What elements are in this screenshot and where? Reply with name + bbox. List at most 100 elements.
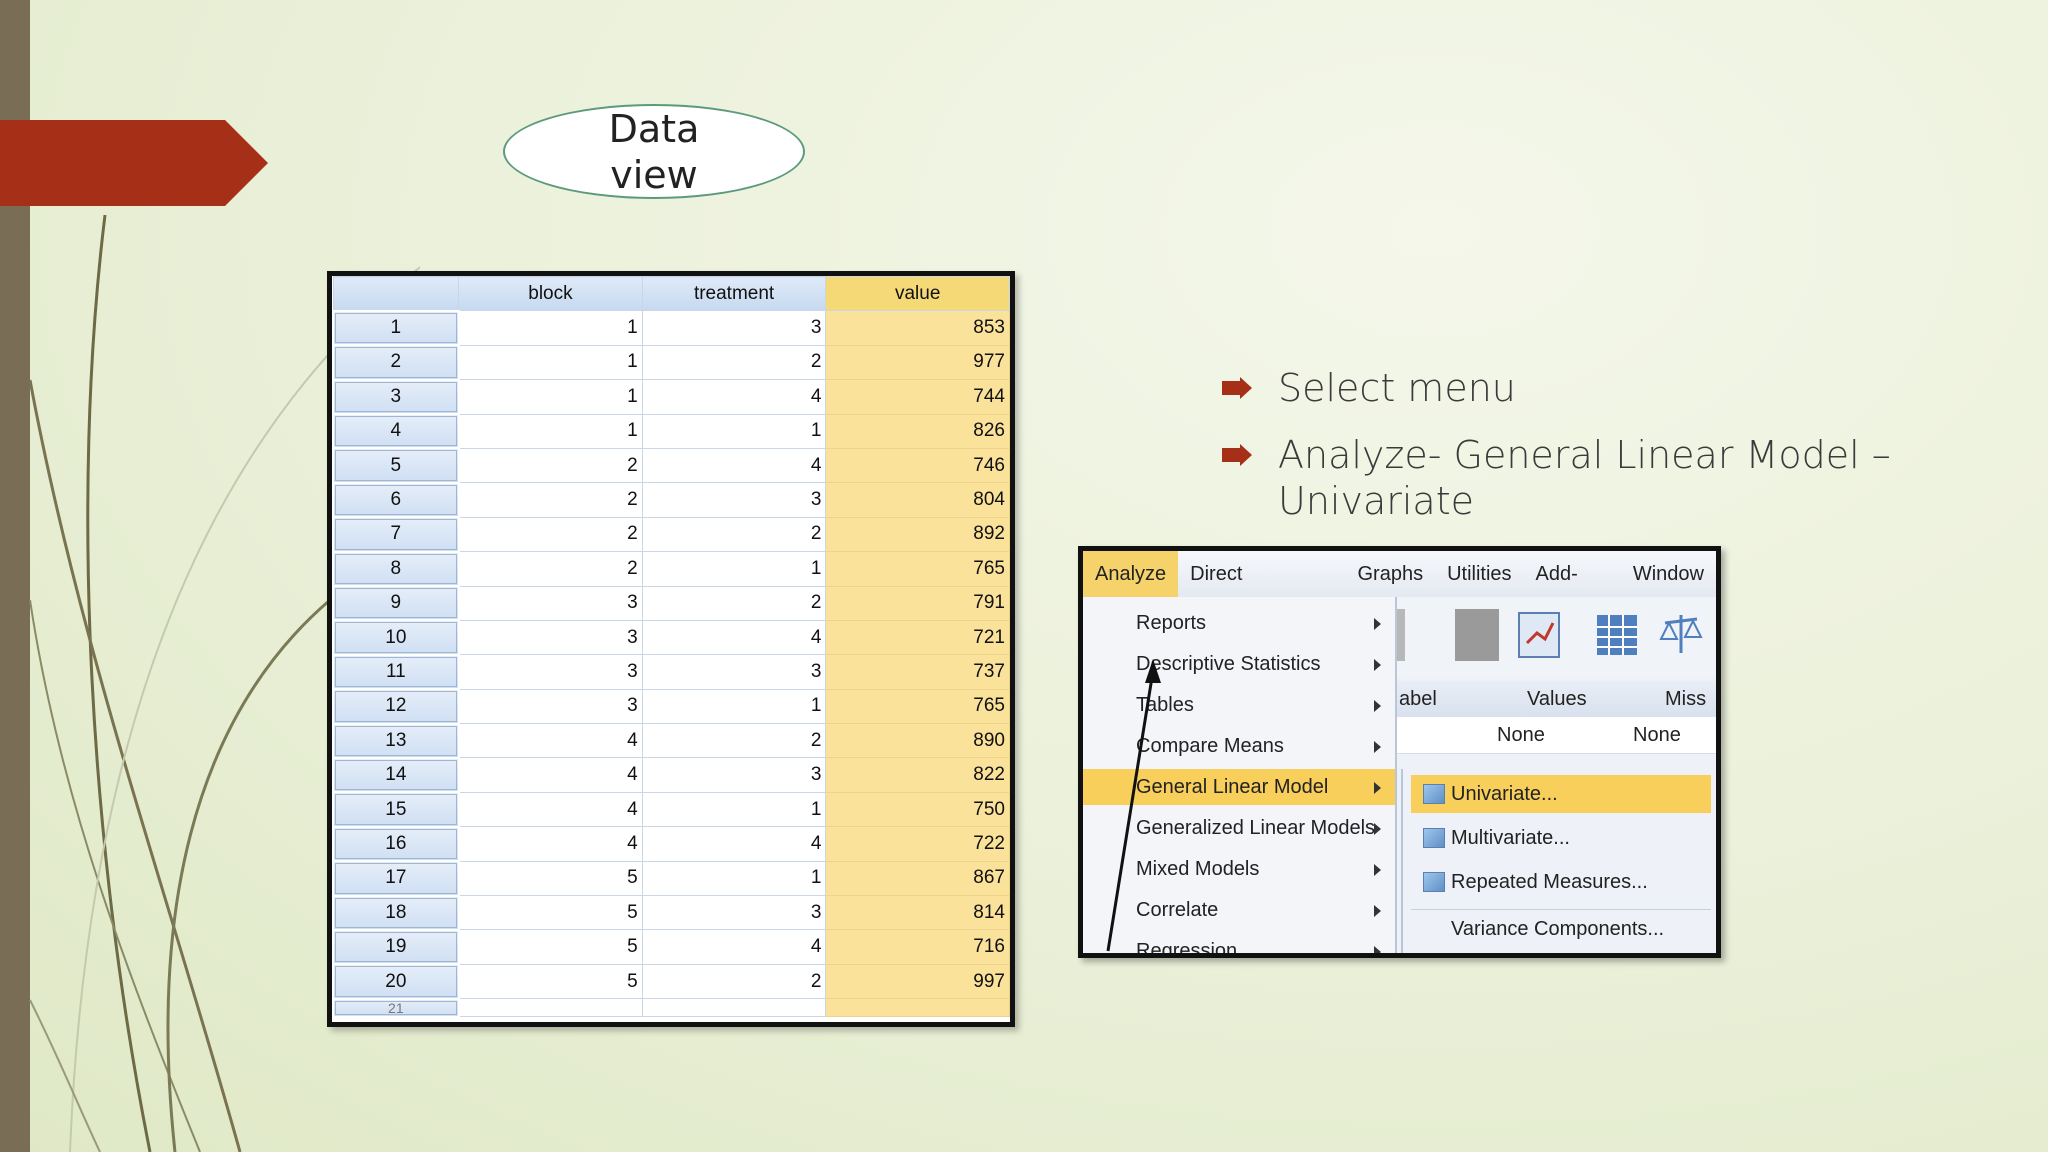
row-number-cell[interactable]: 4 xyxy=(332,413,460,450)
dropdown-item-regression[interactable]: Regression xyxy=(1083,933,1395,953)
menu-window[interactable]: Window xyxy=(1621,551,1716,597)
submenu-repeated-measures[interactable]: Repeated Measures... xyxy=(1411,863,1711,901)
treatment-cell[interactable]: 4 xyxy=(641,619,827,656)
row-number-cell[interactable]: 20 xyxy=(332,963,460,1000)
value-cell[interactable]: 822 xyxy=(825,757,1010,793)
block-cell[interactable]: 5 xyxy=(458,860,643,897)
dropdown-item-tables[interactable]: Tables xyxy=(1083,687,1395,723)
empty-cell[interactable] xyxy=(641,998,827,1018)
treatment-cell[interactable]: 4 xyxy=(641,826,827,862)
row-number-cell[interactable]: 9 xyxy=(332,585,460,622)
treatment-cell[interactable]: 4 xyxy=(641,379,827,415)
row-number-cell[interactable]: 21 xyxy=(332,997,460,1018)
block-cell[interactable]: 1 xyxy=(458,413,643,449)
value-cell[interactable]: 737 xyxy=(825,654,1010,690)
treatment-cell[interactable]: 4 xyxy=(641,447,827,484)
treatment-cell[interactable]: 1 xyxy=(641,413,827,449)
row-number-cell[interactable]: 10 xyxy=(332,619,460,656)
menu-add-ons[interactable]: Add-ons xyxy=(1524,551,1621,631)
row-number-cell[interactable]: 6 xyxy=(332,481,460,519)
dropdown-item-generalized-linear-models[interactable]: Generalized Linear Models xyxy=(1083,810,1395,846)
values-cell[interactable]: None xyxy=(1497,717,1545,753)
block-cell[interactable]: 4 xyxy=(458,791,643,828)
block-cell[interactable]: 4 xyxy=(458,757,643,793)
row-number-cell[interactable]: 13 xyxy=(332,722,460,759)
value-cell[interactable]: 791 xyxy=(825,585,1010,621)
toolbar-icon-grey[interactable] xyxy=(1455,609,1499,661)
block-cell[interactable]: 3 xyxy=(458,654,643,690)
value-cell[interactable]: 997 xyxy=(825,963,1010,1000)
value-cell[interactable]: 814 xyxy=(825,895,1010,931)
missing-cell[interactable]: None xyxy=(1633,717,1681,753)
menu-graphs[interactable]: Graphs xyxy=(1345,551,1435,597)
treatment-cell[interactable]: 1 xyxy=(641,688,827,725)
treatment-cell[interactable]: 3 xyxy=(641,757,827,793)
value-cell[interactable]: 853 xyxy=(825,310,1010,346)
value-cell[interactable]: 716 xyxy=(825,929,1010,965)
dropdown-item-general-linear-model[interactable]: General Linear Model xyxy=(1083,769,1395,805)
menu-utilities[interactable]: Utilities xyxy=(1435,551,1523,597)
row-number-cell[interactable]: 15 xyxy=(332,791,460,828)
dropdown-item-descriptive-statistics[interactable]: Descriptive Statistics xyxy=(1083,646,1395,682)
menu-direct-marketing[interactable]: Direct Marketing xyxy=(1178,551,1345,631)
value-cell[interactable]: 867 xyxy=(825,860,1010,897)
column-header-block[interactable]: block xyxy=(458,276,643,312)
value-cell[interactable]: 804 xyxy=(825,482,1010,518)
block-cell[interactable]: 1 xyxy=(458,344,643,381)
row-number-cell[interactable]: 3 xyxy=(332,378,460,416)
row-number-cell[interactable]: 5 xyxy=(332,447,460,484)
empty-cell[interactable] xyxy=(825,998,1010,1018)
menu-analyze[interactable]: Analyze xyxy=(1083,551,1179,597)
treatment-cell[interactable]: 1 xyxy=(641,791,827,828)
block-cell[interactable]: 3 xyxy=(458,585,643,621)
value-cell[interactable]: 892 xyxy=(825,516,1010,553)
dropdown-item-mixed-models[interactable]: Mixed Models xyxy=(1083,851,1395,887)
value-cell[interactable]: 977 xyxy=(825,344,1010,381)
treatment-cell[interactable]: 1 xyxy=(641,551,827,587)
scale-icon[interactable] xyxy=(1659,609,1703,661)
chart-edit-icon[interactable] xyxy=(1517,609,1561,661)
block-cell[interactable]: 2 xyxy=(458,551,643,587)
value-cell[interactable]: 826 xyxy=(825,413,1010,449)
row-number-cell[interactable]: 18 xyxy=(332,894,460,931)
row-number-cell[interactable]: 16 xyxy=(332,825,460,863)
value-cell[interactable]: 744 xyxy=(825,379,1010,415)
treatment-cell[interactable]: 2 xyxy=(641,963,827,1000)
submenu-multivariate[interactable]: Multivariate... xyxy=(1411,819,1711,857)
value-cell[interactable]: 890 xyxy=(825,723,1010,759)
column-header-value[interactable]: value xyxy=(825,276,1010,312)
treatment-cell[interactable]: 3 xyxy=(641,654,827,690)
block-cell[interactable]: 4 xyxy=(458,826,643,862)
value-cell[interactable]: 765 xyxy=(825,688,1010,725)
block-cell[interactable]: 3 xyxy=(458,619,643,656)
row-number-cell[interactable]: 2 xyxy=(332,344,460,381)
block-cell[interactable]: 2 xyxy=(458,447,643,484)
dropdown-item-compare-means[interactable]: Compare Means xyxy=(1083,728,1395,764)
row-number-cell[interactable]: 17 xyxy=(332,860,460,897)
block-cell[interactable]: 1 xyxy=(458,310,643,346)
treatment-cell[interactable]: 2 xyxy=(641,344,827,381)
submenu-variance-components[interactable]: Variance Components... xyxy=(1411,909,1711,947)
block-cell[interactable]: 5 xyxy=(458,929,643,965)
row-number-cell[interactable]: 14 xyxy=(332,756,460,794)
value-cell[interactable]: 750 xyxy=(825,791,1010,828)
treatment-cell[interactable]: 3 xyxy=(641,310,827,346)
value-cell[interactable]: 765 xyxy=(825,551,1010,587)
row-number-cell[interactable]: 19 xyxy=(332,928,460,966)
treatment-cell[interactable]: 2 xyxy=(641,585,827,621)
block-cell[interactable]: 2 xyxy=(458,516,643,553)
toolbar-icon-partial[interactable] xyxy=(1397,609,1405,661)
dropdown-item-reports[interactable]: Reports xyxy=(1083,605,1395,641)
value-cell[interactable]: 722 xyxy=(825,826,1010,862)
row-number-cell[interactable]: 1 xyxy=(332,309,460,347)
row-number-cell[interactable]: 8 xyxy=(332,550,460,588)
empty-cell[interactable] xyxy=(458,998,643,1018)
row-number-cell[interactable]: 7 xyxy=(332,516,460,553)
column-header-treatment[interactable]: treatment xyxy=(641,276,827,312)
block-cell[interactable]: 4 xyxy=(458,723,643,759)
row-number-cell[interactable]: 11 xyxy=(332,653,460,691)
value-cell[interactable]: 746 xyxy=(825,447,1010,484)
treatment-cell[interactable]: 1 xyxy=(641,860,827,897)
value-cell[interactable]: 721 xyxy=(825,619,1010,656)
submenu-univariate[interactable]: Univariate... xyxy=(1411,775,1711,813)
